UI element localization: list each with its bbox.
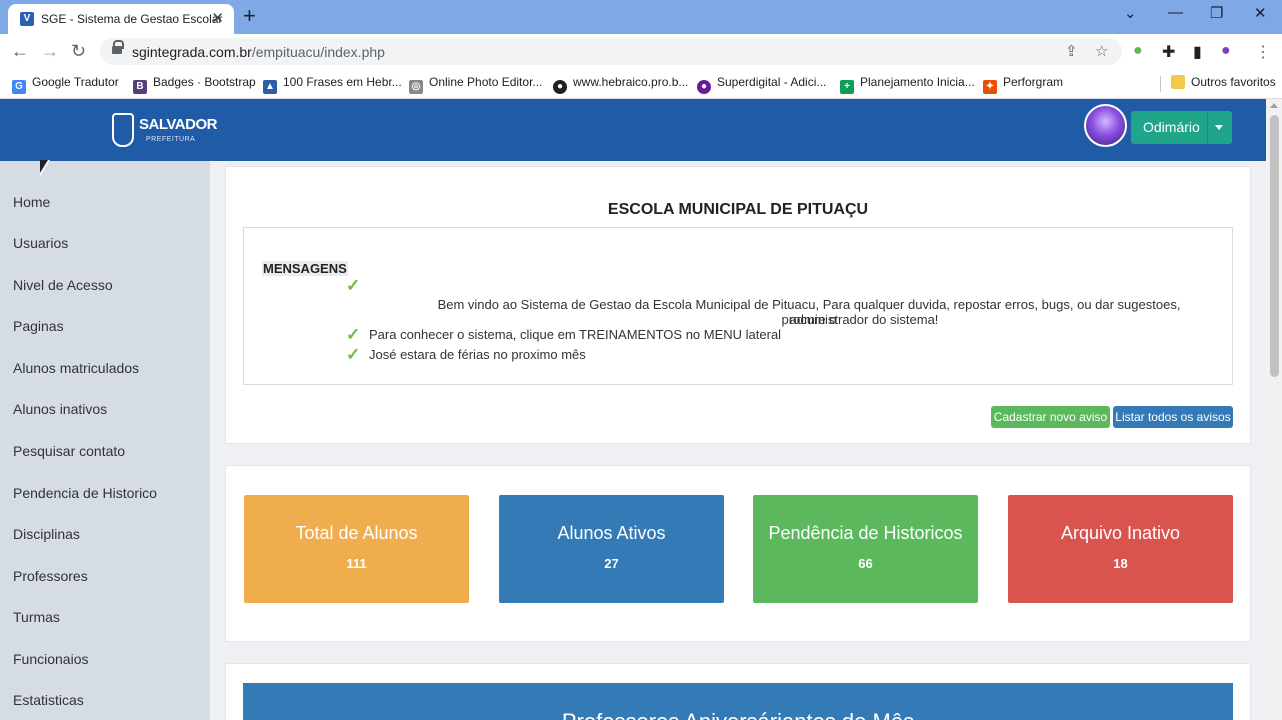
check-icon: ✓ (346, 276, 361, 295)
minimize-icon[interactable]: — (1168, 4, 1183, 21)
user-menu-button[interactable]: Odimário (1131, 111, 1232, 144)
messages-panel: ESCOLA MUNICIPAL DE PITUAÇU MENSAGENS ✓ … (225, 166, 1251, 444)
check-icon: ✓ (346, 325, 361, 344)
stat-card-pendencia-historicos[interactable]: Pendência de Historicos 66 (753, 495, 978, 603)
app-header: SALVADOR PREFEITURA Odimário (0, 99, 1266, 161)
sidebar-item-nivel-acesso[interactable]: Nivel de Acesso (13, 277, 113, 293)
birthday-panel: Professores Aniversáriantes do Mês (225, 663, 1251, 720)
bookmarks-separator (1160, 76, 1161, 92)
sidebar-item-home[interactable]: Home (13, 194, 50, 210)
sidebar-item-pesquisar-contato[interactable]: Pesquisar contato (13, 443, 125, 459)
bookmarks-bar: G Google Tradutor B Badges · Bootstrap ▲ 10… (0, 68, 1282, 99)
stat-card-total-alunos[interactable]: Total de Alunos 111 (244, 495, 469, 603)
photo-editor-icon: ◎ (409, 80, 423, 94)
birthday-header: Professores Aniversáriantes do Mês (243, 683, 1233, 720)
sidebar-item-disciplinas[interactable]: Disciplinas (13, 526, 80, 542)
coat-of-arms-icon (112, 113, 134, 147)
mouse-cursor-icon (40, 160, 50, 176)
bookmark-superdigital[interactable]: ● Superdigital - Adici... (697, 75, 826, 94)
message-welcome-cont: administrador do sistema! (789, 312, 939, 327)
bookmark-photo-editor[interactable]: ◎ Online Photo Editor... (409, 75, 542, 94)
bootstrap-icon: B (133, 80, 147, 94)
scroll-thumb[interactable] (1270, 115, 1279, 377)
folder-icon (1171, 75, 1185, 89)
list-notices-button[interactable]: Listar todos os avisos (1113, 406, 1233, 428)
messages-box: MENSAGENS ✓ Bem vindo ao Sistema de Gest… (243, 227, 1233, 385)
sidebar-item-estatisticas[interactable]: Estatisticas (13, 692, 84, 708)
sidebar-item-paginas[interactable]: Paginas (13, 318, 64, 334)
salvador-logo[interactable]: SALVADOR PREFEITURA (112, 111, 217, 149)
url-text: sgintegrada.com.br/empituacu/index.php (132, 44, 385, 60)
sidebar-item-pendencia-historico[interactable]: Pendencia de Historico (13, 485, 157, 501)
tab-search-icon[interactable]: ⌄ (1124, 4, 1137, 22)
side-panel-icon[interactable]: ▮ (1193, 42, 1202, 62)
bookmark-google-tradutor[interactable]: G Google Tradutor (12, 75, 119, 94)
translate-icon: G (12, 80, 26, 94)
browser-tab[interactable]: V SGE - Sistema de Gestao Escolar ✕ (8, 4, 234, 34)
image-icon: ▲ (263, 80, 277, 94)
bookmark-planejamento[interactable]: + Planejamento Inicia... (840, 75, 975, 94)
profile-icon[interactable]: ● (1221, 42, 1231, 60)
check-icon: ✓ (346, 345, 361, 364)
extensions-puzzle-icon[interactable]: ✚ (1162, 42, 1175, 62)
main-content: ESCOLA MUNICIPAL DE PITUAÇU MENSAGENS ✓ … (210, 161, 1266, 720)
browser-toolbar: ← → ↻ sgintegrada.com.br/empituacu/index… (0, 34, 1282, 68)
bookmark-frases-hebraico[interactable]: ▲ 100 Frases em Hebr... (263, 75, 402, 94)
reload-icon[interactable]: ↻ (71, 40, 86, 62)
stat-card-arquivo-inativo[interactable]: Arquivo Inativo 18 (1008, 495, 1233, 603)
browser-tab-strip: V SGE - Sistema de Gestao Escolar ✕ + ⌄ … (0, 0, 1282, 34)
superdigital-icon: ● (697, 80, 711, 94)
bookmark-star-icon[interactable]: ☆ (1095, 42, 1108, 60)
globe-icon: ● (553, 80, 567, 94)
scroll-up-icon[interactable] (1270, 103, 1278, 108)
sidebar: Home Usuarios Nivel de Acesso Paginas Al… (0, 161, 210, 720)
stats-panel: Total de Alunos 111 Alunos Ativos 27 Pen… (225, 465, 1251, 642)
new-notice-button[interactable]: Cadastrar novo aviso (991, 406, 1110, 428)
sidebar-item-turmas[interactable]: Turmas (13, 609, 60, 625)
bookmark-hebraico-pro[interactable]: ● www.hebraico.pro.b... (553, 75, 688, 94)
browser-menu-icon[interactable]: ⋮ (1255, 42, 1271, 62)
messages-heading: MENSAGENS (262, 261, 348, 276)
sheets-icon: + (840, 80, 854, 94)
bookmark-perforgram[interactable]: ✦ Perforgram (983, 75, 1063, 94)
user-avatar[interactable] (1084, 104, 1127, 147)
caret-down-icon (1215, 125, 1223, 130)
restore-icon[interactable]: ❐ (1210, 4, 1223, 22)
sidebar-item-funcionarios[interactable]: Funcionaios (13, 651, 89, 667)
stat-card-alunos-ativos[interactable]: Alunos Ativos 27 (499, 495, 724, 603)
school-title: ESCOLA MUNICIPAL DE PITUAÇU (607, 201, 869, 218)
page-scrollbar[interactable] (1266, 99, 1282, 720)
sidebar-item-alunos-inativos[interactable]: Alunos inativos (13, 401, 107, 417)
extension-frog-icon[interactable]: ● (1133, 42, 1143, 60)
tab-title: SGE - Sistema de Gestao Escolar (41, 12, 223, 26)
close-window-icon[interactable]: ✕ (1254, 4, 1267, 22)
share-icon[interactable]: ⇪ (1065, 42, 1078, 60)
site-favicon-icon: V (20, 12, 34, 26)
forward-icon[interactable]: → (41, 40, 59, 62)
bookmark-badges-bootstrap[interactable]: B Badges · Bootstrap (133, 75, 256, 94)
sidebar-item-alunos-matriculados[interactable]: Alunos matriculados (13, 360, 139, 376)
lock-icon (112, 40, 124, 55)
sidebar-item-professores[interactable]: Professores (13, 568, 88, 584)
sidebar-item-usuarios[interactable]: Usuarios (13, 235, 68, 251)
back-icon[interactable]: ← (11, 40, 29, 62)
user-name: Odimário (1143, 119, 1200, 135)
bookmark-other-favorites[interactable]: Outros favoritos (1171, 75, 1276, 89)
perforgram-icon: ✦ (983, 80, 997, 94)
message-vacation: José estara de férias no proximo mês (369, 347, 586, 362)
birthday-title: Professores Aniversáriantes do Mês (243, 709, 1233, 720)
address-bar[interactable]: sgintegrada.com.br/empituacu/index.php ⇪… (100, 38, 1122, 65)
close-tab-icon[interactable]: ✕ (211, 9, 224, 27)
message-training: Para conhecer o sistema, clique em TREIN… (369, 327, 782, 342)
new-tab-icon[interactable]: + (243, 4, 256, 28)
